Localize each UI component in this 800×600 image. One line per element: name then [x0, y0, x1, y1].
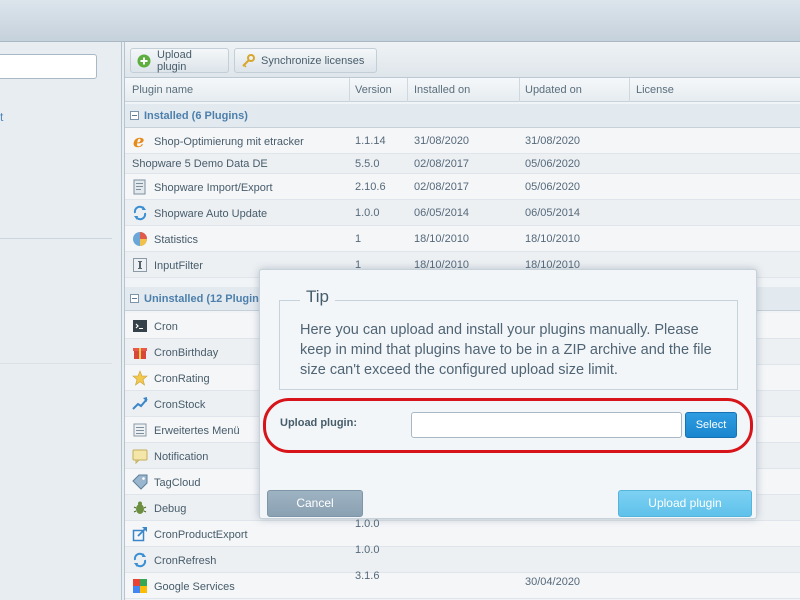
column-installed-on[interactable]: Installed on: [414, 84, 470, 96]
synchronize-licenses-label: Synchronize licenses: [261, 54, 365, 67]
plugin-row[interactable]: CronRefresh 1.0.0: [125, 544, 800, 573]
group-installed[interactable]: Installed (6 Plugins): [125, 104, 800, 128]
collapse-icon[interactable]: [130, 294, 139, 303]
group-uninstalled-label: Uninstalled (12 Plugin: [144, 293, 259, 305]
add-icon: [137, 54, 151, 68]
plugin-row[interactable]: Statistics 1 18/10/2010 18/10/2010: [125, 226, 800, 252]
notification-icon: [132, 448, 148, 464]
left-panel: t: [0, 42, 122, 600]
synchronize-licenses-button[interactable]: Synchronize licenses: [234, 48, 377, 73]
star-icon: [132, 370, 148, 386]
column-updated-on[interactable]: Updated on: [525, 84, 582, 96]
menu-icon: [132, 422, 148, 438]
highlight-annotation: [263, 398, 753, 453]
column-header-row: Plugin name Version Installed on Updated…: [125, 78, 800, 102]
trend-icon: [132, 396, 148, 412]
upload-plugin-toolbar-label: Upload plugin: [157, 48, 192, 73]
refresh-icon: [132, 552, 148, 568]
key-icon: [241, 53, 255, 68]
column-license[interactable]: License: [636, 84, 674, 96]
plugin-row[interactable]: CronProductExport 1.0.0: [125, 518, 800, 547]
terminal-icon: [132, 318, 148, 334]
plugin-row[interactable]: Google Services 3.1.6 30/04/2020: [125, 570, 800, 599]
pie-chart-icon: [132, 231, 148, 247]
tip-text: Here you can upload and install your plu…: [300, 322, 712, 378]
etracker-icon: e: [132, 133, 148, 149]
plugin-row[interactable]: Shopware Auto Update 1.0.0 06/05/2014 06…: [125, 200, 800, 226]
toolbar: Upload plugin Synchronize licenses: [125, 42, 800, 78]
tip-legend: Tip: [300, 287, 335, 307]
cancel-button[interactable]: Cancel: [267, 490, 363, 517]
auto-update-icon: [132, 205, 148, 221]
bug-icon: [132, 500, 148, 516]
plugin-row[interactable]: e Shop-Optimierung mit etracker 1.1.14 3…: [125, 128, 800, 154]
export-icon: [132, 526, 148, 542]
group-installed-label: Installed (6 Plugins): [144, 110, 248, 122]
left-divider-2: [0, 363, 112, 364]
tag-icon: [132, 474, 148, 490]
import-export-icon: [132, 179, 148, 195]
input-filter-icon: [132, 257, 148, 273]
column-version[interactable]: Version: [355, 84, 392, 96]
collapse-icon[interactable]: [130, 111, 139, 120]
left-divider: [0, 238, 112, 239]
left-nav-link[interactable]: t: [0, 110, 4, 124]
upload-plugin-button[interactable]: Upload plugin: [618, 490, 752, 517]
plugin-row[interactable]: Shopware 5 Demo Data DE 5.5.0 02/08/2017…: [125, 154, 800, 174]
upload-plugin-dialog: Tip Here you can upload and install your…: [259, 269, 757, 519]
google-icon: [132, 578, 148, 594]
left-search-input[interactable]: [0, 54, 97, 79]
plugin-row[interactable]: Shopware Import/Export 2.10.6 02/08/2017…: [125, 174, 800, 200]
gift-icon: [132, 344, 148, 360]
svg-text:e: e: [133, 133, 144, 149]
upload-plugin-toolbar-button[interactable]: Upload plugin: [130, 48, 229, 73]
column-plugin-name[interactable]: Plugin name: [132, 84, 193, 96]
top-bar: [0, 0, 800, 42]
